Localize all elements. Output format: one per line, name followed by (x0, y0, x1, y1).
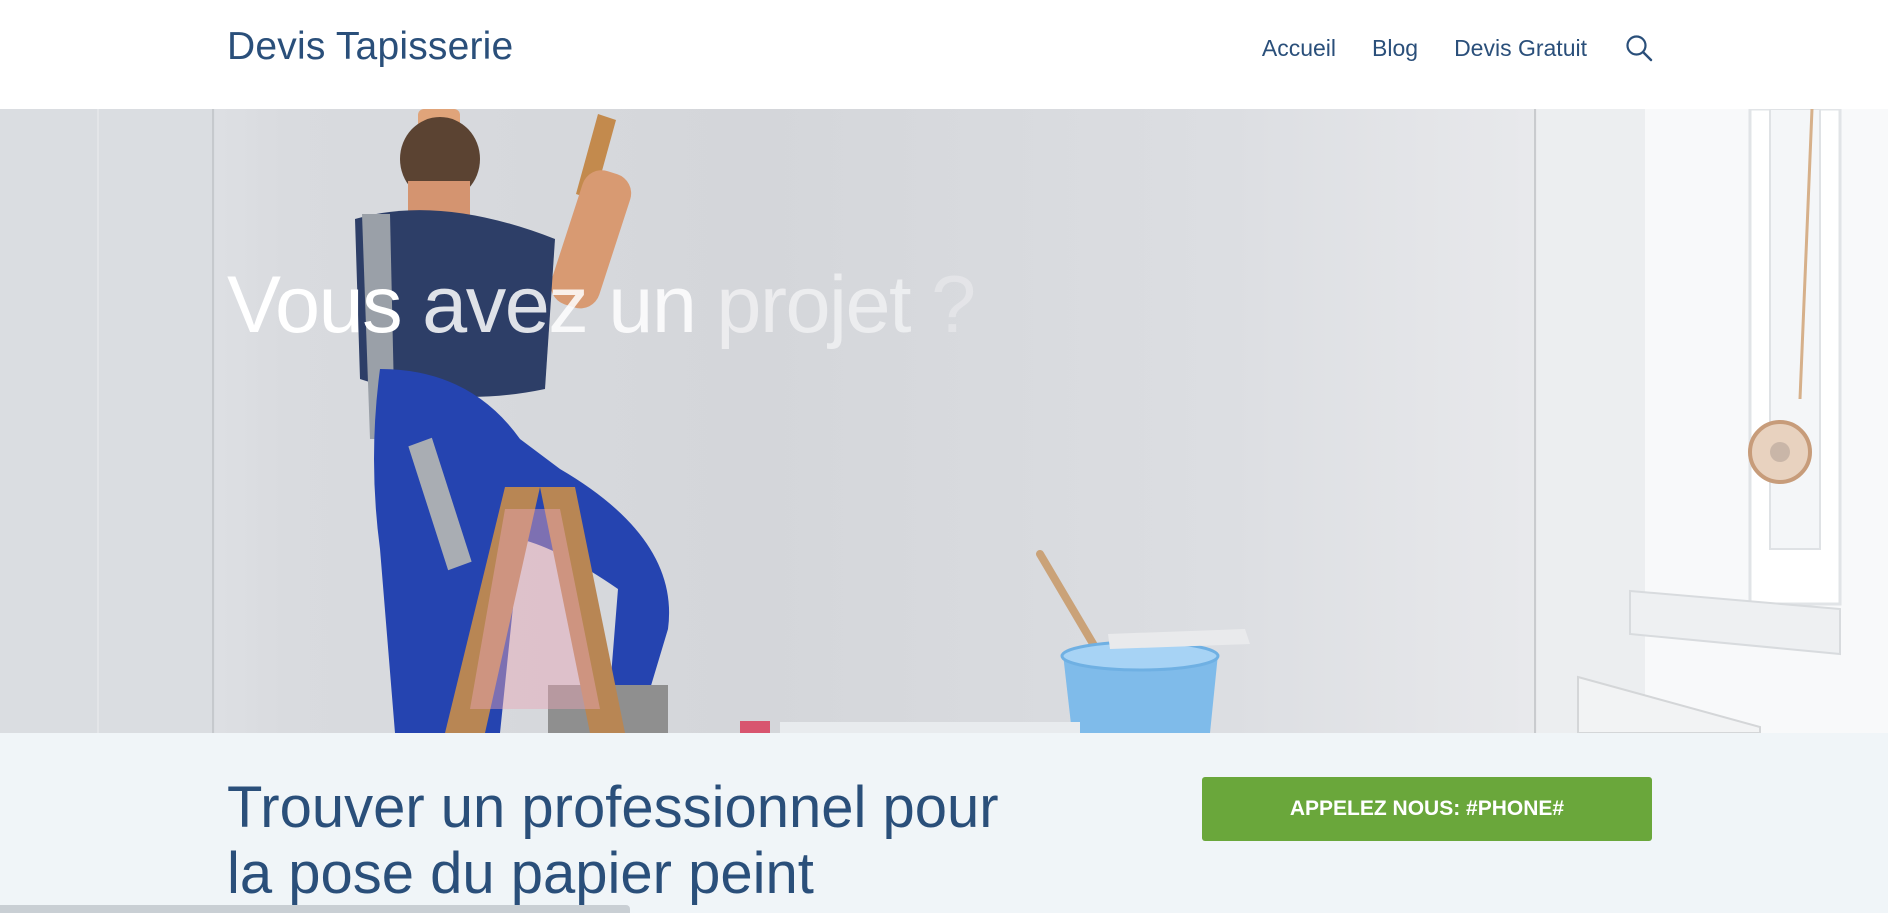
nav-blog[interactable]: Blog (1372, 35, 1418, 62)
hero-section: Vous avez un projet ? (0, 109, 1888, 733)
hero-word-5: ? (931, 260, 976, 350)
section-title: Trouver un professionnel pour la pose du… (227, 775, 999, 906)
hero-word-1: Vous (227, 260, 403, 350)
cta-band: Trouver un professionnel pour la pose du… (0, 733, 1888, 913)
horizontal-scrollbar[interactable] (0, 905, 630, 913)
site-header: Devis Tapisserie Accueil Blog Devis Grat… (0, 0, 1888, 109)
nav-accueil[interactable]: Accueil (1262, 35, 1336, 62)
nav-devis-gratuit[interactable]: Devis Gratuit (1454, 35, 1587, 62)
search-icon[interactable] (1625, 34, 1653, 62)
call-us-button[interactable]: APPELEZ NOUS: #PHONE# (1202, 777, 1652, 841)
hero-word-2: avez (422, 260, 589, 350)
hero-heading: Vous avez un projet ? (227, 259, 976, 352)
hero-word-4: projet (716, 260, 911, 350)
hero-word-3: un (608, 260, 697, 350)
hero-image (0, 109, 1888, 733)
main-nav: Accueil Blog Devis Gratuit (1226, 34, 1653, 62)
site-title-link[interactable]: Devis Tapisserie (227, 25, 513, 69)
